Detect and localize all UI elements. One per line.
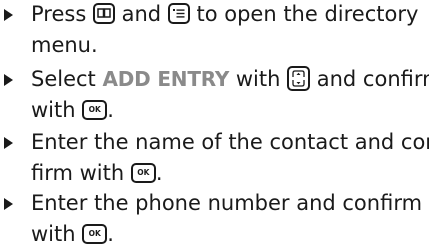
triangle-bullet-icon xyxy=(4,74,13,86)
step-text: with xyxy=(229,67,288,91)
triangle-bullet-icon xyxy=(4,9,13,21)
up-down-navigation-key-icon xyxy=(287,66,311,91)
ok-key-label: OK xyxy=(88,105,101,114)
directory-book-key-icon xyxy=(92,3,115,24)
ok-key-icon: OK xyxy=(130,163,156,183)
ok-key-icon: OK xyxy=(82,100,108,120)
step-3-line-2: firm with OK. xyxy=(31,159,163,188)
ok-key-label: OK xyxy=(137,168,150,177)
step-text: . xyxy=(107,98,114,122)
step-text: with xyxy=(31,222,83,246)
ok-key-label: OK xyxy=(88,229,101,238)
step-text: firm with xyxy=(31,161,131,185)
step-4-line-2: with OK. xyxy=(31,220,114,249)
step-text: . xyxy=(107,222,114,246)
step-text: Press xyxy=(31,2,93,26)
ok-key-icon: OK xyxy=(82,224,108,244)
step-2-line-1: Select ADD ENTRY with and confirm xyxy=(31,65,429,94)
step-2-line-2: with OK. xyxy=(31,96,114,125)
step-text: and confirm xyxy=(316,67,429,91)
step-1-line-2: menu. xyxy=(31,33,98,57)
step-3-line-1: Enter the name of the contact and con- xyxy=(31,130,429,154)
triangle-bullet-icon xyxy=(4,198,13,210)
step-text: Select xyxy=(31,67,103,91)
step-text: with xyxy=(31,98,83,122)
triangle-bullet-icon xyxy=(4,137,13,149)
step-text: and xyxy=(114,2,168,26)
step-4-line-1: Enter the phone number and confirm xyxy=(31,191,423,215)
step-1-line-1: Press and to open the directory xyxy=(31,0,418,29)
menu-term-add-entry: ADD ENTRY xyxy=(102,67,230,91)
menu-list-key-icon xyxy=(167,3,190,24)
step-text: . xyxy=(155,161,163,185)
step-text: to open the directory xyxy=(189,2,419,26)
instruction-steps: Press and to open the directory menu. Se… xyxy=(0,0,429,246)
